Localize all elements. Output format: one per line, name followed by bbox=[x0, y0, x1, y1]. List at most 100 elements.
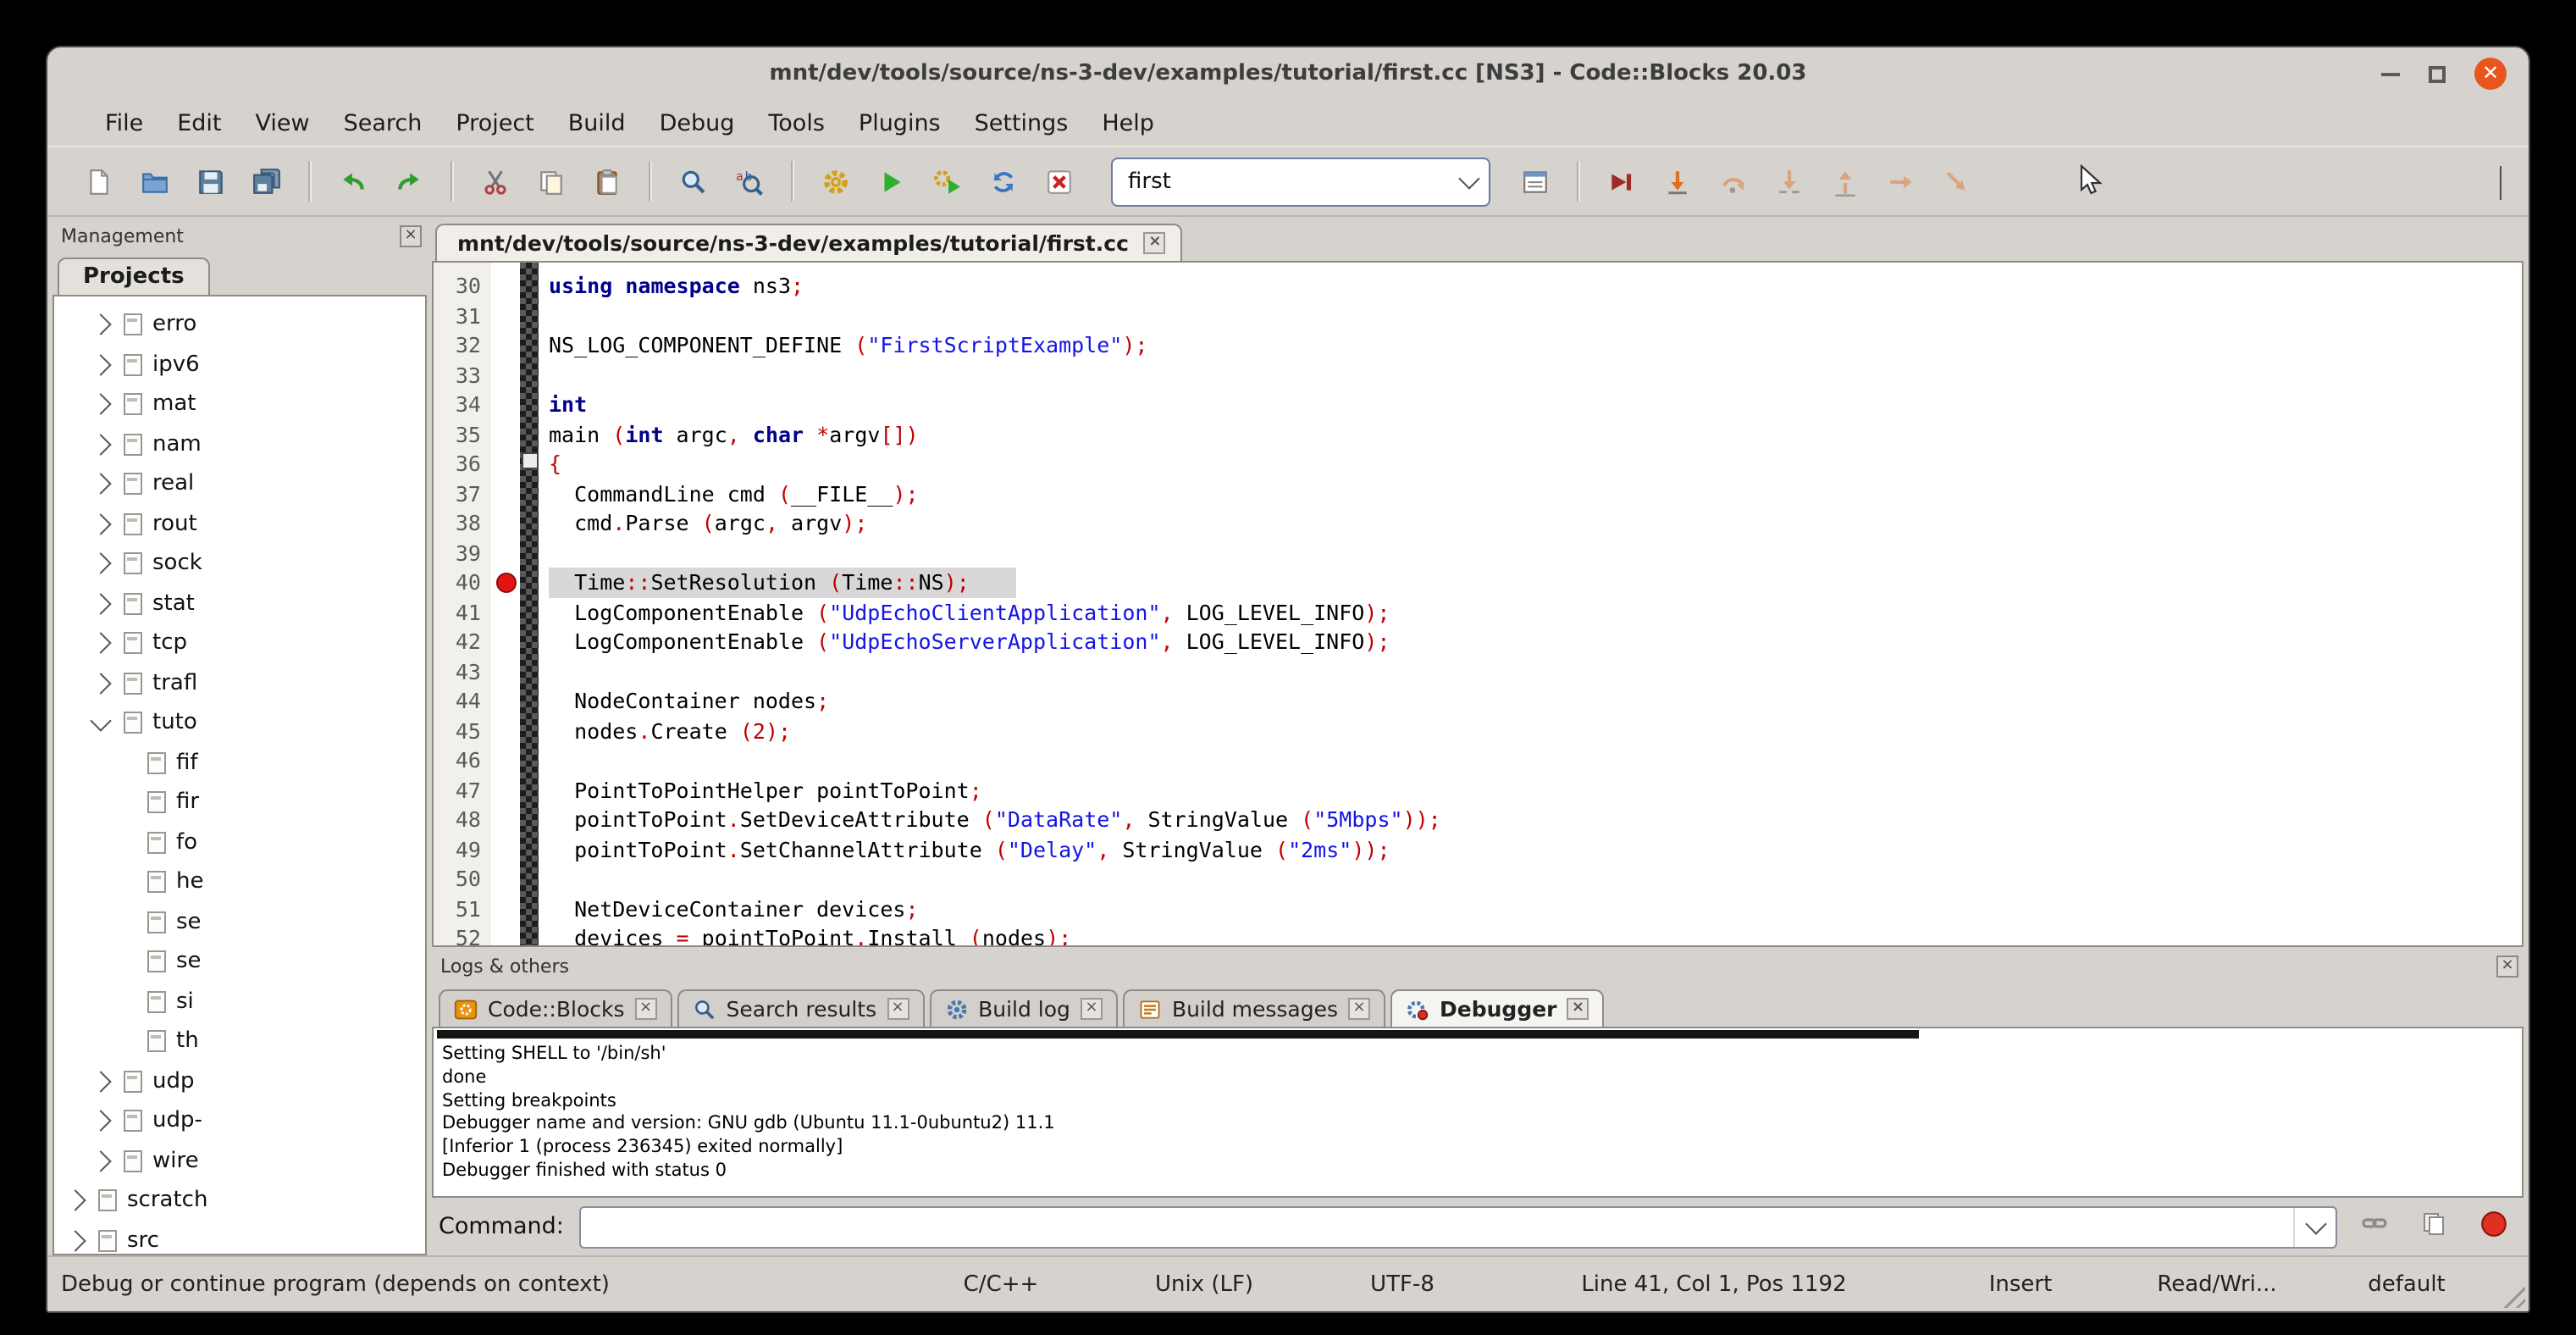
toolbar-overflow-button[interactable] bbox=[2500, 165, 2501, 197]
chevron-right-icon[interactable] bbox=[90, 354, 111, 375]
marker-cell[interactable] bbox=[491, 923, 520, 947]
marker-cell[interactable] bbox=[491, 568, 520, 597]
marker-cell[interactable] bbox=[491, 479, 520, 508]
tree-item-se[interactable]: se bbox=[54, 902, 425, 942]
step-into-button[interactable] bbox=[1765, 157, 1814, 206]
marker-cell[interactable] bbox=[491, 894, 520, 923]
build-and-run-button[interactable] bbox=[923, 157, 972, 206]
chevron-down-icon[interactable] bbox=[90, 710, 111, 731]
menu-item-edit[interactable]: Edit bbox=[160, 104, 238, 141]
tree-item-mat[interactable]: mat bbox=[54, 385, 425, 424]
tree-item-erro[interactable]: erro bbox=[54, 305, 425, 345]
marker-cell[interactable] bbox=[491, 360, 520, 390]
menu-item-settings[interactable]: Settings bbox=[958, 104, 1086, 141]
open-file-button[interactable] bbox=[130, 157, 180, 206]
tree-item-wire[interactable]: wire bbox=[54, 1141, 425, 1181]
chevron-right-icon[interactable] bbox=[90, 474, 111, 495]
menu-item-plugins[interactable]: Plugins bbox=[842, 104, 958, 141]
minimize-button[interactable] bbox=[2381, 72, 2400, 75]
marker-cell[interactable] bbox=[491, 834, 520, 864]
close-button[interactable]: ✕ bbox=[2474, 58, 2507, 90]
logs-tab-code-blocks[interactable]: Code::Blocks× bbox=[439, 989, 672, 1027]
menu-item-tools[interactable]: Tools bbox=[751, 104, 842, 141]
logs-tab-build-log[interactable]: Build log× bbox=[929, 989, 1118, 1027]
abort-button[interactable] bbox=[1035, 157, 1084, 206]
tree-item-fif[interactable]: fif bbox=[54, 743, 425, 783]
log-scrollbar[interactable] bbox=[437, 1030, 1920, 1039]
marker-cell[interactable] bbox=[491, 597, 520, 627]
resize-grip[interactable] bbox=[2496, 1279, 2525, 1308]
marker-cell[interactable] bbox=[491, 656, 520, 686]
tree-item-tuto[interactable]: tuto bbox=[54, 703, 425, 743]
tree-item-stat[interactable]: stat bbox=[54, 584, 425, 623]
tree-item-si[interactable]: si bbox=[54, 982, 425, 1022]
marker-cell[interactable] bbox=[491, 716, 520, 745]
tree-item-src[interactable]: src bbox=[54, 1221, 425, 1255]
marker-cell[interactable] bbox=[491, 805, 520, 834]
marker-cell[interactable] bbox=[491, 538, 520, 568]
rebuild-button[interactable] bbox=[979, 157, 1028, 206]
marker-cell[interactable] bbox=[491, 686, 520, 716]
cut-button[interactable] bbox=[471, 157, 520, 206]
command-input[interactable] bbox=[581, 1213, 2293, 1240]
tree-item-th[interactable]: th bbox=[54, 1022, 425, 1061]
menu-item-help[interactable]: Help bbox=[1085, 104, 1171, 141]
chevron-right-icon[interactable] bbox=[64, 1190, 86, 1211]
debug-continue-button[interactable] bbox=[1597, 157, 1646, 206]
logs-tab-search-results[interactable]: Search results× bbox=[677, 989, 925, 1027]
copy-log-button[interactable] bbox=[2412, 1205, 2456, 1249]
chevron-right-icon[interactable] bbox=[90, 434, 111, 455]
chevron-right-icon[interactable] bbox=[90, 513, 111, 535]
tree-item-udp-[interactable]: udp- bbox=[54, 1101, 425, 1141]
command-dropdown[interactable] bbox=[2293, 1207, 2336, 1246]
next-line-button[interactable] bbox=[1709, 157, 1758, 206]
chevron-right-icon[interactable] bbox=[90, 1071, 111, 1092]
project-tree[interactable]: erroipv6matnamrealroutsockstattcptrafltu… bbox=[53, 295, 427, 1255]
tree-item-he[interactable]: he bbox=[54, 862, 425, 902]
close-icon[interactable]: × bbox=[1081, 998, 1103, 1020]
save-all-button[interactable] bbox=[242, 157, 291, 206]
menu-item-debug[interactable]: Debug bbox=[643, 104, 752, 141]
marker-cell[interactable] bbox=[491, 508, 520, 538]
tree-item-tcp[interactable]: tcp bbox=[54, 623, 425, 663]
undo-button[interactable] bbox=[329, 157, 378, 206]
close-icon[interactable]: × bbox=[1348, 998, 1370, 1020]
marker-cell[interactable] bbox=[491, 775, 520, 805]
maximize-button[interactable] bbox=[2429, 65, 2446, 82]
chevron-right-icon[interactable] bbox=[90, 553, 111, 574]
menu-item-file[interactable]: File bbox=[88, 104, 160, 141]
tree-item-fo[interactable]: fo bbox=[54, 823, 425, 862]
marker-cell[interactable] bbox=[491, 330, 520, 360]
replace-button[interactable]: ab bbox=[725, 157, 774, 206]
marker-cell[interactable] bbox=[491, 419, 520, 449]
new-file-button[interactable] bbox=[75, 157, 124, 206]
copy-button[interactable] bbox=[527, 157, 576, 206]
build-target-select[interactable]: first bbox=[1111, 157, 1490, 206]
tree-item-sock[interactable]: sock bbox=[54, 544, 425, 584]
marker-cell[interactable] bbox=[491, 271, 520, 301]
close-icon[interactable]: × bbox=[1144, 232, 1166, 254]
tree-item-se[interactable]: se bbox=[54, 942, 425, 982]
chevron-right-icon[interactable] bbox=[90, 633, 111, 654]
find-button[interactable] bbox=[669, 157, 718, 206]
chevron-right-icon[interactable] bbox=[90, 314, 111, 335]
tab-projects[interactable]: Projects bbox=[58, 258, 210, 295]
step-out-button[interactable] bbox=[1821, 157, 1870, 206]
tree-item-nam[interactable]: nam bbox=[54, 424, 425, 464]
tree-item-fir[interactable]: fir bbox=[54, 783, 425, 823]
run-button[interactable] bbox=[867, 157, 916, 206]
command-combo[interactable] bbox=[579, 1205, 2337, 1248]
editor-tab-first-cc[interactable]: mnt/dev/tools/source/ns-3-dev/examples/t… bbox=[435, 224, 1183, 261]
chevron-right-icon[interactable] bbox=[90, 1111, 111, 1132]
breakpoint-icon[interactable] bbox=[495, 573, 516, 593]
run-to-cursor-button[interactable] bbox=[1653, 157, 1702, 206]
marker-cell[interactable] bbox=[491, 864, 520, 894]
build-button[interactable] bbox=[811, 157, 860, 206]
tree-item-trafl[interactable]: trafl bbox=[54, 663, 425, 703]
link-button[interactable] bbox=[2352, 1205, 2396, 1249]
paste-button[interactable] bbox=[583, 157, 632, 206]
step-into-instruction-button[interactable] bbox=[1932, 157, 1982, 206]
logs-tab-debugger[interactable]: Debugger× bbox=[1390, 989, 1605, 1027]
compile-current-file-button[interactable] bbox=[1511, 157, 1560, 206]
title-bar[interactable]: mnt/dev/tools/source/ns-3-dev/examples/t… bbox=[47, 47, 2529, 100]
